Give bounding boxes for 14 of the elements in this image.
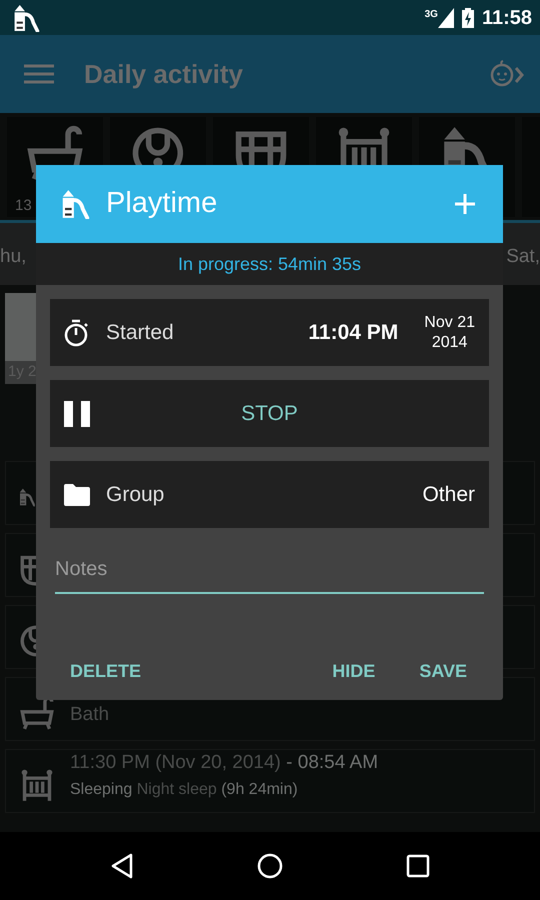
screen-title: Daily activity (84, 58, 243, 90)
entry-text: Bath (70, 703, 110, 727)
start-time: 11:04 PM (308, 320, 398, 346)
tile-count: 13 (15, 196, 32, 216)
clock-time: 11:58 (482, 6, 532, 30)
started-label: Started (106, 320, 174, 346)
start-date: Nov 21 2014 (424, 312, 475, 352)
group-label: Group (106, 482, 164, 508)
progress-text: In progress: 54min 35s (178, 252, 362, 276)
dialog-title: Playtime (106, 186, 218, 222)
network-type: 3G (424, 8, 438, 22)
group-value: Other (422, 482, 475, 508)
entry-text: Sleeping Night sleep (9h 24min) (70, 780, 299, 800)
entry-text: 11:30 PM (Nov 20, 2014) - 08:54 AM (70, 751, 378, 775)
